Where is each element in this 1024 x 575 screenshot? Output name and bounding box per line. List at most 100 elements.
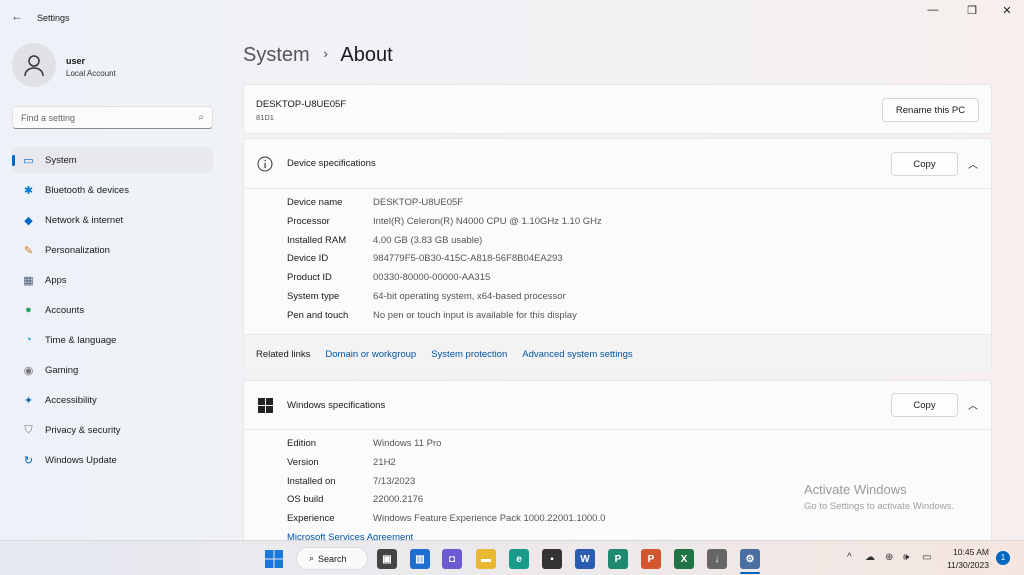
windows-specs-header[interactable]: Windows specifications Copy ︿ bbox=[244, 381, 991, 430]
task-view-taskbar-icon[interactable]: ▣ bbox=[377, 549, 397, 569]
spec-label: Experience bbox=[287, 513, 335, 525]
spec-row: Processor Intel(R) Celeron(R) N4000 CPU @… bbox=[287, 216, 602, 227]
window-title: Settings bbox=[37, 13, 70, 23]
spec-label: Device name bbox=[287, 197, 343, 208]
spec-label: Edition bbox=[287, 438, 317, 449]
copy-device-specs-button[interactable]: Copy bbox=[891, 152, 958, 176]
info-icon bbox=[257, 156, 273, 172]
spec-row: Experience Windows Feature Experience Pac… bbox=[287, 513, 605, 524]
title-bar: ← Settings — ❐ ✕ bbox=[0, 0, 1024, 36]
excel-taskbar-icon[interactable]: X bbox=[674, 549, 694, 569]
settings-taskbar-icon[interactable]: ⚙ bbox=[740, 549, 760, 569]
notification-badge[interactable]: 1 bbox=[996, 551, 1010, 565]
installer-taskbar-icon[interactable]: ↓ bbox=[707, 549, 727, 569]
sidebar-item-accounts[interactable]: ● Accounts bbox=[12, 297, 213, 323]
store-taskbar-icon[interactable]: ▪ bbox=[542, 549, 562, 569]
windows-logo-icon bbox=[258, 398, 273, 413]
sidebar-item-bluetooth-devices[interactable]: ✱ Bluetooth & devices bbox=[12, 177, 213, 203]
sidebar-item-accessibility[interactable]: ✦ Accessibility bbox=[12, 387, 213, 413]
spec-value[interactable]: Windows 11 Pro bbox=[373, 438, 441, 449]
spec-value[interactable]: 7/13/2023 bbox=[373, 476, 415, 487]
network-internet-icon: ◆ bbox=[24, 214, 33, 227]
avatar[interactable] bbox=[12, 43, 56, 87]
sidebar-item-system[interactable]: ▭ System bbox=[12, 147, 213, 173]
sidebar-item-apps[interactable]: ▦ Apps bbox=[12, 267, 213, 293]
sidebar-item-label: Gaming bbox=[45, 364, 79, 376]
chevron-right-icon: › bbox=[323, 45, 328, 61]
sidebar-item-time-language[interactable]: ◔ Time & language bbox=[12, 327, 213, 353]
sidebar-item-label: System bbox=[45, 154, 77, 166]
breadcrumb-parent[interactable]: System bbox=[243, 44, 310, 66]
sidebar-item-label: Network & internet bbox=[45, 214, 124, 226]
advanced-system-settings-link[interactable]: Advanced system settings bbox=[522, 349, 632, 360]
spec-label: Processor bbox=[287, 215, 330, 227]
system-protection-link[interactable]: System protection bbox=[431, 349, 507, 360]
sidebar-item-label: Accounts bbox=[45, 304, 85, 316]
sidebar-item-windows-update[interactable]: ↻ Windows Update bbox=[12, 447, 213, 473]
volume-icon[interactable]: 🕪 bbox=[903, 552, 909, 563]
network-icon[interactable]: ⊕ bbox=[885, 552, 893, 563]
show-hidden-icons[interactable]: ^ bbox=[847, 552, 852, 563]
powerpoint-taskbar-icon[interactable]: P bbox=[641, 549, 661, 569]
activate-windows-subtitle: Go to Settings to activate Windows. bbox=[804, 501, 954, 512]
file-explorer-taskbar-icon[interactable]: ▬ bbox=[476, 549, 496, 569]
minimize-button[interactable]: — bbox=[918, 4, 948, 16]
system-icon: ▭ bbox=[23, 154, 34, 167]
personalization-icon: ✎ bbox=[23, 244, 34, 257]
pc-model: 81D1 bbox=[256, 113, 274, 122]
activate-windows-title: Activate Windows bbox=[804, 482, 907, 497]
spec-row: Pen and touch No pen or touch input is av… bbox=[287, 310, 577, 321]
spec-value[interactable]: 21H2 bbox=[373, 457, 396, 468]
page-title: About bbox=[340, 44, 393, 66]
search-icon: ⌕ bbox=[309, 553, 315, 563]
device-specs-header[interactable]: Device specifications Copy ︿ bbox=[244, 139, 991, 189]
battery-icon[interactable]: ▭ bbox=[922, 552, 931, 563]
onedrive-icon[interactable]: ☁ bbox=[865, 552, 875, 563]
spec-value[interactable]: 64-bit operating system, x64-based proce… bbox=[373, 291, 566, 302]
close-button[interactable]: ✕ bbox=[992, 4, 1022, 17]
sidebar-item-privacy-security[interactable]: ⛉ Privacy & security bbox=[12, 417, 213, 443]
sidebar-item-network-internet[interactable]: ◆ Network & internet bbox=[12, 207, 213, 233]
clock[interactable]: 10:45 AM 11/30/2023 bbox=[944, 546, 989, 572]
chevron-up-icon[interactable]: ︿ bbox=[968, 156, 978, 171]
sidebar-item-personalization[interactable]: ✎ Personalization bbox=[12, 237, 213, 263]
rename-pc-button[interactable]: Rename this PC bbox=[882, 98, 979, 122]
spec-row: Installed RAM 4.00 GB (3.83 GB usable) bbox=[287, 235, 482, 246]
sidebar-item-gaming[interactable]: ◉ Gaming bbox=[12, 357, 213, 383]
spec-value[interactable]: 4.00 GB (3.83 GB usable) bbox=[373, 235, 482, 246]
sidebar-item-label: Accessibility bbox=[45, 394, 97, 406]
spec-row: Device name DESKTOP-U8UE05F bbox=[287, 197, 463, 208]
copy-windows-specs-button[interactable]: Copy bbox=[891, 393, 958, 417]
sidebar-item-label: Bluetooth & devices bbox=[45, 184, 129, 196]
search-input[interactable]: Find a setting ⌕ bbox=[12, 106, 213, 129]
maximize-button[interactable]: ❐ bbox=[957, 4, 987, 17]
start-button[interactable] bbox=[265, 550, 283, 568]
edge-taskbar-icon[interactable]: e bbox=[509, 549, 529, 569]
windows-specs-title: Windows specifications bbox=[287, 400, 386, 411]
pc-name-card: DESKTOP-U8UE05F 81D1 Rename this PC bbox=[243, 84, 992, 134]
sidebar-item-label: Time & language bbox=[45, 334, 117, 346]
spec-row: Installed on 7/13/2023 bbox=[287, 476, 415, 487]
spec-value[interactable]: DESKTOP-U8UE05F bbox=[373, 197, 463, 208]
domain-workgroup-link[interactable]: Domain or workgroup bbox=[325, 349, 416, 360]
spec-value[interactable]: Windows Feature Experience Pack 1000.220… bbox=[373, 513, 605, 524]
spec-value[interactable]: 00330-80000-00000-AA315 bbox=[373, 272, 490, 283]
spec-label: Installed RAM bbox=[287, 234, 347, 246]
word-taskbar-icon[interactable]: W bbox=[575, 549, 595, 569]
spec-value[interactable]: Intel(R) Celeron(R) N4000 CPU @ 1.10GHz … bbox=[373, 216, 602, 227]
time: 10:45 AM bbox=[953, 547, 989, 557]
active-app-indicator bbox=[740, 572, 760, 574]
widgets-taskbar-icon[interactable]: ▥ bbox=[410, 549, 430, 569]
chevron-up-icon[interactable]: ︿ bbox=[968, 397, 978, 412]
user-icon bbox=[24, 55, 44, 77]
pc-name: DESKTOP-U8UE05F bbox=[256, 99, 347, 110]
spec-label: OS build bbox=[287, 494, 324, 506]
taskbar-search[interactable]: ⌕ Search bbox=[296, 547, 368, 570]
back-arrow-icon[interactable]: ← bbox=[11, 9, 23, 23]
spec-value[interactable]: 22000.2176 bbox=[373, 494, 423, 505]
related-links: Related links Domain or workgroup System… bbox=[244, 334, 991, 373]
teams-chat-taskbar-icon[interactable]: ◘ bbox=[442, 549, 462, 569]
spec-value[interactable]: 984779F5-0B30-415C-A818-56F8B04EA293 bbox=[373, 253, 563, 264]
spec-value[interactable]: No pen or touch input is available for t… bbox=[373, 310, 577, 321]
publisher-taskbar-icon[interactable]: P bbox=[608, 549, 628, 569]
